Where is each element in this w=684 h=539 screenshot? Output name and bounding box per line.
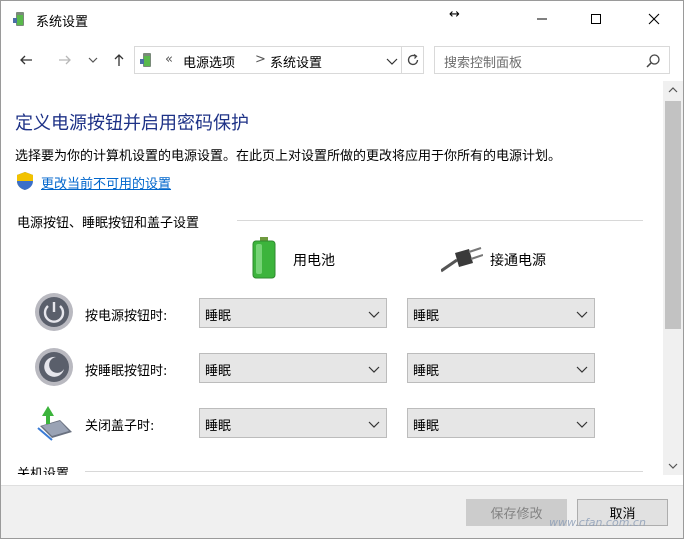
select-value: 睡眠 [413, 419, 440, 434]
address-bar[interactable]: « 电源选项 > 系统设置 [134, 46, 402, 74]
control-panel-icon [140, 53, 151, 67]
address-dropdown-icon[interactable] [384, 53, 400, 69]
column-plugged-label: 接通电源 [490, 253, 546, 269]
select-value: 睡眠 [205, 419, 232, 434]
maximize-icon [591, 14, 601, 24]
column-battery-label: 用电池 [293, 253, 335, 269]
search-placeholder[interactable]: 搜索控制面板 [444, 52, 522, 71]
maximize-button[interactable] [573, 1, 619, 37]
power-plug-icon [441, 247, 483, 273]
back-button[interactable] [15, 49, 37, 71]
battery-icon [252, 237, 276, 279]
breadcrumb-separator: > [255, 52, 266, 67]
chevron-up-icon [668, 87, 678, 93]
laptop-lid-icon [37, 406, 72, 441]
watermark: www.cfan.com.cn [549, 516, 646, 529]
scrollbar-thumb[interactable] [665, 101, 681, 329]
select-value: 睡眠 [205, 364, 232, 379]
chevron-down-icon [368, 311, 380, 318]
search-box[interactable]: 搜索控制面板 [434, 46, 670, 74]
refresh-icon [407, 53, 418, 66]
scroll-down-button[interactable] [663, 457, 683, 475]
breadcrumb-system-settings[interactable]: 系统设置 [270, 52, 322, 71]
chevron-down-icon [576, 421, 588, 428]
resize-cursor-icon: ↔ [449, 7, 460, 22]
close-lid-battery-select[interactable]: 睡眠 [199, 408, 387, 438]
page-description: 选择要为你的计算机设置的电源设置。在此页上对设置所做的更改将应用于你所有的电源计… [15, 149, 562, 164]
change-unavailable-settings-link[interactable]: 更改当前不可用的设置 [41, 173, 171, 192]
title-bar: 系统设置 ↔ [1, 1, 683, 37]
chevron-down-icon [576, 366, 588, 373]
sleep-button-battery-select[interactable]: 睡眠 [199, 353, 387, 383]
forward-button[interactable] [54, 49, 76, 71]
page-title: 定义电源按钮并启用密码保护 [15, 113, 249, 134]
power-button-icon [35, 293, 73, 331]
sleep-button-icon [35, 348, 73, 386]
close-lid-plugged-select[interactable]: 睡眠 [407, 408, 595, 438]
close-lid-label: 关闭盖子时: [85, 419, 155, 434]
select-value: 睡眠 [413, 309, 440, 324]
chevron-down-icon [576, 311, 588, 318]
close-icon [648, 13, 660, 25]
select-value: 睡眠 [413, 364, 440, 379]
refresh-button[interactable] [402, 46, 424, 74]
chevron-down-icon [668, 463, 678, 469]
minimize-icon [537, 18, 547, 20]
navigation-bar: « 电源选项 > 系统设置 搜索控制面板 [1, 43, 683, 77]
section-heading-buttons: 电源按钮、睡眠按钮和盖子设置 [17, 216, 200, 231]
section-heading-shutdown: 关机设置 [17, 467, 70, 475]
arrow-right-icon [59, 55, 71, 65]
scroll-up-button[interactable] [663, 81, 683, 99]
sleep-button-label: 按睡眠按钮时: [85, 364, 168, 379]
chevron-down-icon [368, 421, 380, 428]
power-button-battery-select[interactable]: 睡眠 [199, 298, 387, 328]
minimize-button[interactable] [519, 1, 565, 37]
main-content: 定义电源按钮并启用密码保护 选择要为你的计算机设置的电源设置。在此页上对设置所做… [1, 81, 663, 475]
power-button-label: 按电源按钮时: [85, 309, 168, 324]
power-options-icon [13, 12, 24, 26]
control-panel-window: 系统设置 ↔ « 电源选项 > 系统设置 搜索控制面板 定义电源按钮并启用密码保… [0, 0, 684, 539]
power-button-plugged-select[interactable]: 睡眠 [407, 298, 595, 328]
recent-locations-button[interactable] [84, 49, 102, 71]
search-icon[interactable] [645, 53, 661, 69]
footer-bar: 保存修改 取消 www.cfan.com.cn [1, 485, 683, 538]
up-button[interactable] [108, 49, 130, 71]
section-divider [237, 220, 643, 221]
arrow-up-icon [114, 54, 124, 66]
breadcrumb-power-options[interactable]: 电源选项 [183, 52, 235, 71]
chevron-down-icon [368, 366, 380, 373]
window-title: 系统设置 [36, 15, 89, 30]
select-value: 睡眠 [205, 309, 232, 324]
sleep-button-plugged-select[interactable]: 睡眠 [407, 353, 595, 383]
uac-shield-icon [17, 172, 33, 190]
chevron-down-icon [88, 57, 98, 63]
close-button[interactable] [631, 1, 677, 37]
arrow-left-icon [20, 55, 32, 65]
vertical-scrollbar[interactable] [663, 81, 683, 475]
section-divider [85, 471, 643, 472]
breadcrumb-overflow[interactable]: « [165, 52, 173, 67]
